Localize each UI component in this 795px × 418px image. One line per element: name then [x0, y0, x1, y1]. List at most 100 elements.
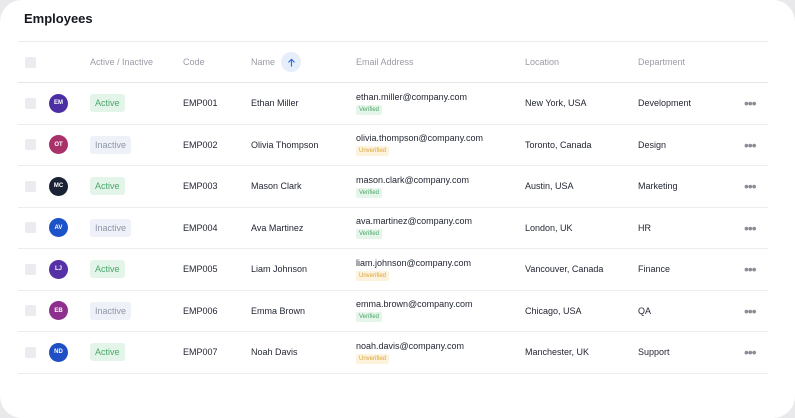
verification-badge: Verified: [356, 187, 383, 198]
email-cell: ethan.miller@company.com Verified: [356, 83, 467, 124]
employees-table: Active / Inactive Code Name Email Addres…: [18, 41, 768, 374]
table-body: EM Active EMP001 Ethan Miller ethan.mill…: [18, 83, 768, 374]
status-badge[interactable]: Active: [90, 94, 125, 113]
column-header-status[interactable]: Active / Inactive: [90, 42, 153, 82]
row-checkbox[interactable]: [25, 291, 36, 332]
status-badge[interactable]: Active: [90, 343, 125, 362]
email-cell: emma.brown@company.com Verified: [356, 291, 473, 332]
more-horizontal-icon[interactable]: •••: [744, 95, 757, 111]
verification-badge: Unverified: [356, 146, 390, 157]
row-checkbox[interactable]: [25, 208, 36, 249]
email-cell: noah.davis@company.com Unverified: [356, 332, 464, 373]
employee-email: mason.clark@company.com: [356, 174, 470, 185]
more-horizontal-icon[interactable]: •••: [744, 137, 757, 153]
table-row[interactable]: LJ Active EMP005 Liam Johnson liam.johns…: [18, 249, 768, 291]
row-checkbox[interactable]: [25, 166, 36, 207]
avatar-cell: AV: [49, 208, 68, 249]
status-badge[interactable]: Inactive: [90, 135, 132, 154]
row-checkbox[interactable]: [25, 125, 36, 166]
status-badge[interactable]: Active: [90, 260, 125, 279]
more-horizontal-icon[interactable]: •••: [744, 178, 757, 194]
employee-code: EMP007: [183, 347, 218, 358]
employee-name: Ethan Miller: [251, 98, 299, 109]
verification-badge: Unverified: [356, 353, 390, 364]
employee-name: Mason Clark: [251, 181, 302, 192]
checkbox-box[interactable]: [25, 263, 36, 275]
row-checkbox[interactable]: [25, 249, 36, 290]
table-row[interactable]: OT Inactive EMP002 Olivia Thompson olivi…: [18, 125, 768, 166]
more-horizontal-icon[interactable]: •••: [744, 261, 757, 277]
row-actions[interactable]: •••: [744, 249, 757, 290]
employee-name: Olivia Thompson: [251, 139, 319, 150]
column-header-name[interactable]: Name: [251, 42, 302, 82]
employee-location: London, UK: [525, 222, 573, 233]
employee-email: liam.johnson@company.com: [356, 257, 472, 268]
status-badge[interactable]: Inactive: [90, 218, 132, 237]
row-actions[interactable]: •••: [744, 332, 757, 373]
checkbox-box[interactable]: [25, 139, 36, 151]
column-header-location[interactable]: Location: [525, 42, 559, 82]
verification-badge: Verified: [356, 229, 383, 240]
employee-email: emma.brown@company.com: [356, 299, 473, 310]
status-cell: Inactive: [90, 208, 132, 249]
table-row[interactable]: EM Active EMP001 Ethan Miller ethan.mill…: [18, 83, 768, 125]
table-row[interactable]: ND Active EMP007 Noah Davis noah.davis@c…: [18, 332, 768, 374]
employee-department: Design: [638, 139, 667, 150]
arrow-up-icon[interactable]: [281, 52, 302, 72]
employee-name: Liam Johnson: [251, 264, 308, 275]
employee-department: Development: [638, 98, 692, 109]
row-actions[interactable]: •••: [744, 291, 757, 332]
row-actions[interactable]: •••: [744, 166, 757, 207]
checkbox-box[interactable]: [25, 346, 36, 358]
avatar: AV: [49, 218, 68, 238]
email-cell: mason.clark@company.com Verified: [356, 166, 469, 207]
status-badge[interactable]: Active: [90, 177, 125, 196]
avatar-cell: LJ: [49, 249, 68, 290]
avatar-cell: MC: [49, 166, 68, 207]
verification-badge: Unverified: [356, 270, 390, 281]
checkbox-box[interactable]: [25, 222, 36, 234]
employee-department: QA: [638, 305, 652, 316]
row-checkbox[interactable]: [25, 332, 36, 373]
avatar: ND: [49, 342, 68, 362]
status-badge[interactable]: Inactive: [90, 301, 132, 320]
checkbox-box[interactable]: [25, 97, 36, 109]
checkbox-box[interactable]: [25, 305, 36, 317]
employee-name: Emma Brown: [251, 305, 306, 316]
table-row[interactable]: MC Active EMP003 Mason Clark mason.clark…: [18, 166, 768, 208]
status-cell: Active: [90, 166, 125, 207]
checkbox-box[interactable]: [25, 56, 36, 68]
status-cell: Active: [90, 83, 125, 124]
employee-name: Ava Martinez: [251, 222, 304, 233]
employee-location: New York, USA: [525, 98, 587, 109]
avatar-cell: OT: [49, 125, 68, 166]
table-row[interactable]: EB Inactive EMP006 Emma Brown emma.brown…: [18, 291, 768, 332]
email-cell: liam.johnson@company.com Unverified: [356, 249, 471, 290]
row-actions[interactable]: •••: [744, 125, 757, 166]
column-header-code[interactable]: Code: [183, 42, 205, 82]
select-all-checkbox[interactable]: [25, 42, 36, 82]
employee-code: EMP005: [183, 264, 218, 275]
employee-name: Noah Davis: [251, 347, 298, 358]
column-header-email[interactable]: Email Address: [356, 42, 414, 82]
employee-email: ava.martinez@company.com: [356, 216, 473, 227]
employee-email: ethan.miller@company.com: [356, 91, 468, 102]
more-horizontal-icon[interactable]: •••: [744, 344, 757, 360]
status-cell: Inactive: [90, 291, 132, 332]
table-row[interactable]: AV Inactive EMP004 Ava Martinez ava.mart…: [18, 208, 768, 249]
avatar: LJ: [49, 259, 68, 279]
employee-code: EMP002: [183, 139, 218, 150]
row-checkbox[interactable]: [25, 83, 36, 124]
more-horizontal-icon[interactable]: •••: [744, 220, 757, 236]
checkbox-box[interactable]: [25, 180, 36, 192]
row-actions[interactable]: •••: [744, 208, 757, 249]
avatar-cell: ND: [49, 332, 68, 373]
employee-location: Vancouver, Canada: [525, 264, 604, 275]
more-horizontal-icon[interactable]: •••: [744, 303, 757, 319]
employee-location: Austin, USA: [525, 181, 574, 192]
employee-code: EMP006: [183, 305, 218, 316]
column-header-department[interactable]: Department: [638, 42, 685, 82]
employee-location: Manchester, UK: [525, 347, 590, 358]
row-actions[interactable]: •••: [744, 83, 757, 124]
email-cell: ava.martinez@company.com Verified: [356, 208, 472, 249]
